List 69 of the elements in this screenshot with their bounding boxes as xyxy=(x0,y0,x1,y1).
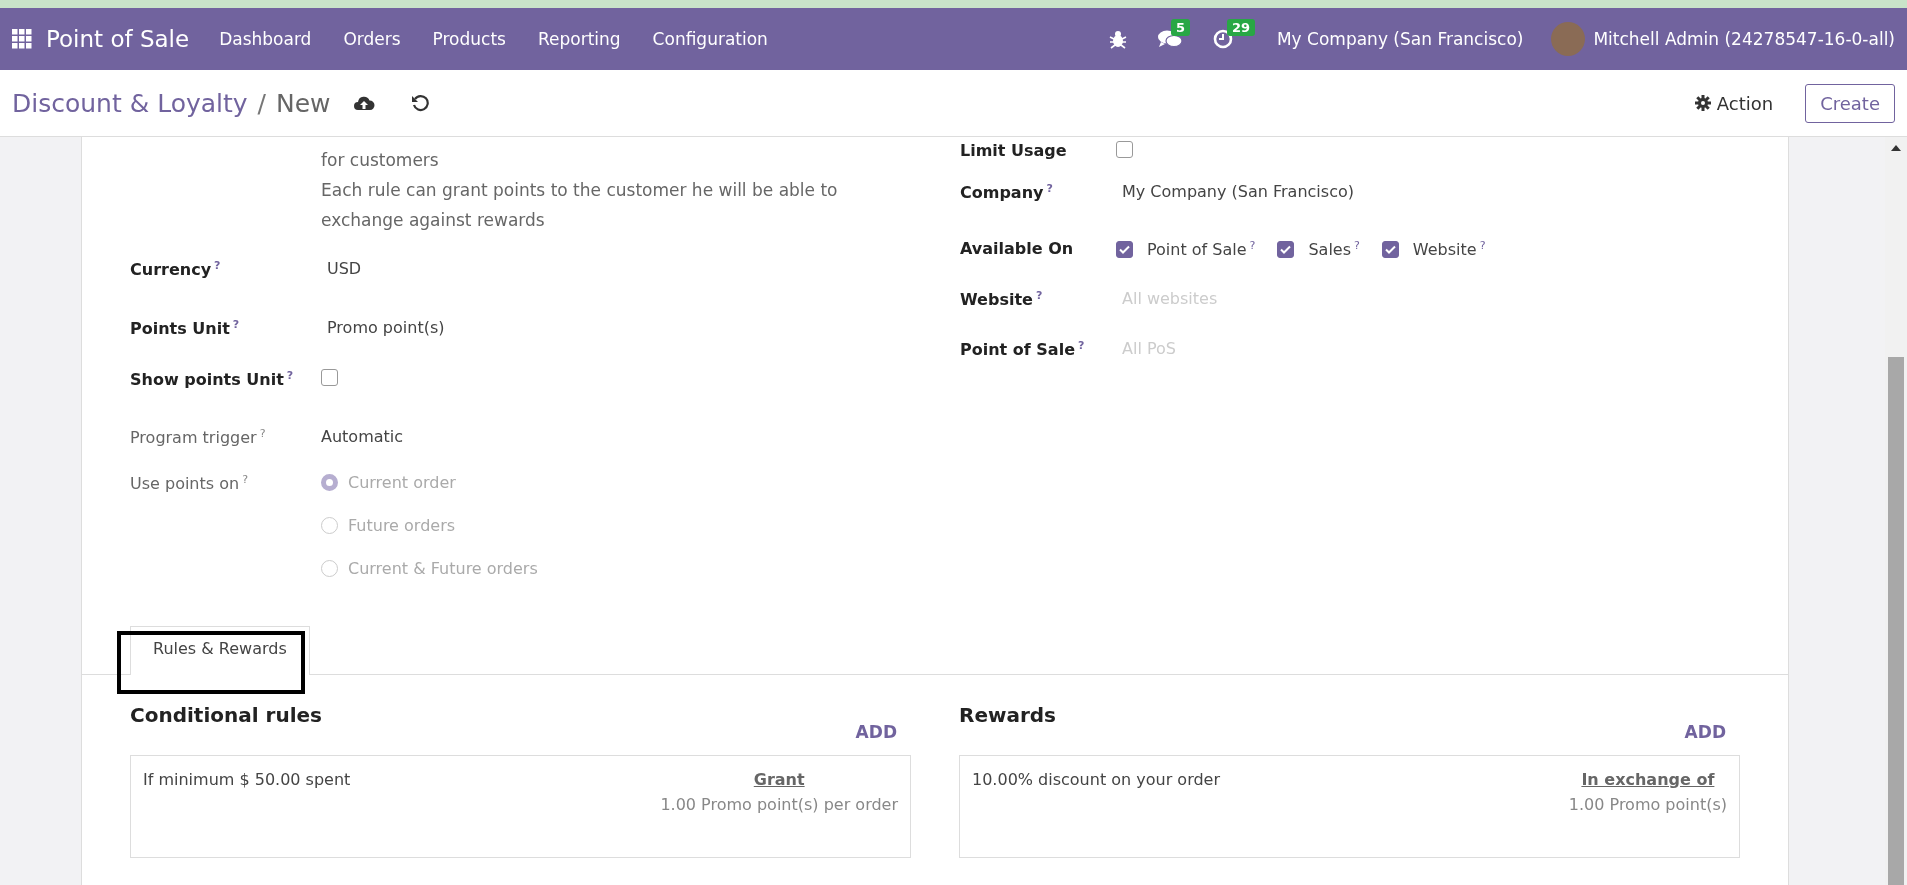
activity-count-badge: 29 xyxy=(1226,19,1256,36)
radio-label: Current & Future orders xyxy=(348,559,538,578)
field-label: Show points Unit $^{?}$ xyxy=(130,369,295,390)
clock-icon[interactable] xyxy=(1212,29,1233,49)
card-link[interactable]: Grant xyxy=(753,770,805,789)
field-label: Use points on $^{?}$ xyxy=(130,473,249,494)
card-detail: 1.00 Promo point(s) xyxy=(1568,795,1727,814)
radio-button[interactable] xyxy=(321,474,338,491)
section-title: Rewards xyxy=(959,703,1057,727)
menu-item[interactable]: Configuration xyxy=(652,29,768,49)
field-label: Points Unit $^{?}$ xyxy=(130,318,241,339)
field-label: Point of Sale $^{?}$ xyxy=(960,339,1086,360)
breadcrumb-link[interactable]: Discount & Loyalty xyxy=(12,88,248,118)
add-button[interactable]: ADD xyxy=(1678,721,1732,743)
add-button[interactable]: ADD xyxy=(849,721,903,743)
bug-icon[interactable] xyxy=(1108,29,1127,49)
card-detail: 1.00 Promo point(s) per order xyxy=(660,795,898,814)
breadcrumb-current: New xyxy=(276,88,331,118)
menu-item[interactable]: Orders xyxy=(343,29,401,49)
field-label: Program trigger $^{?}$ xyxy=(130,427,267,448)
company-switcher[interactable]: My Company (San Francisco) xyxy=(1276,29,1524,49)
app-title[interactable]: Point of Sale xyxy=(46,26,190,52)
checkbox-label: Point of Sale $^{?}$ xyxy=(1147,239,1256,260)
field-label: Available On xyxy=(960,239,1075,258)
message-count-badge: 5 xyxy=(1170,19,1190,36)
field-label: Currency $^{?}$ xyxy=(130,259,222,280)
field-value[interactable]: Promo point(s) xyxy=(321,318,445,337)
card-link[interactable]: In exchange of xyxy=(1581,770,1715,789)
field-label: Website $^{?}$ xyxy=(960,289,1044,310)
checkbox-label: Sales $^{?}$ xyxy=(1308,239,1360,260)
field-value: Automatic xyxy=(321,427,404,446)
action-button[interactable]: Action xyxy=(1688,86,1780,120)
checkbox-label: Website $^{?}$ xyxy=(1412,239,1486,260)
undo-icon[interactable] xyxy=(410,94,429,112)
checkbox[interactable] xyxy=(1381,240,1399,258)
checkbox[interactable] xyxy=(1116,141,1133,158)
checkbox[interactable] xyxy=(321,369,338,386)
checkmark-icon xyxy=(1384,244,1396,254)
field-label: Company $^{?}$ xyxy=(960,182,1054,203)
card-text: 10.00% discount on your order xyxy=(972,770,1220,791)
menu-item[interactable]: Reporting xyxy=(537,29,621,49)
tab[interactable]: Rules & Rewards xyxy=(130,626,310,675)
menu-item[interactable]: Dashboard xyxy=(219,29,312,49)
user-menu[interactable]: Mitchell Admin (24278547-16-0-all) xyxy=(1593,29,1895,49)
field-value[interactable]: My Company (San Francisco) xyxy=(1116,182,1354,201)
card-text: If minimum $ 50.00 spent xyxy=(143,770,351,791)
radio-label: Current order xyxy=(348,473,456,492)
breadcrumb-separator: / xyxy=(257,88,267,118)
checkbox[interactable] xyxy=(1116,240,1133,258)
description-text: Each rule can grant points to the customer he will be able to exchange against rewards xyxy=(321,179,839,232)
up-arrow-icon[interactable] xyxy=(1891,145,1901,151)
rule-card[interactable]: 10.00% discount on your order In exchange of 1.00 Promo point(s) xyxy=(959,755,1740,858)
description-text: for customers xyxy=(321,149,440,172)
menu-item[interactable]: Products xyxy=(432,29,506,49)
radio-button[interactable] xyxy=(321,560,338,577)
checkmark-icon xyxy=(1119,244,1130,254)
apps-grid-icon[interactable] xyxy=(12,29,32,49)
radio-label: Future orders xyxy=(348,516,456,535)
field-label: Limit Usage xyxy=(960,141,1068,160)
gear-icon xyxy=(1694,95,1711,111)
scrollbar-thumb[interactable] xyxy=(1888,357,1904,885)
section-title: Conditional rules xyxy=(130,703,322,727)
radio-button[interactable] xyxy=(321,517,338,534)
rule-card[interactable]: If minimum $ 50.00 spent Grant 1.00 Promo point(s) per order xyxy=(130,755,911,858)
field-value[interactable]: USD xyxy=(321,259,362,278)
checkmark-icon xyxy=(1280,244,1292,254)
checkbox[interactable] xyxy=(1277,240,1295,258)
create-button[interactable]: Create xyxy=(1805,83,1895,123)
cloud-upload-icon[interactable] xyxy=(352,94,375,112)
